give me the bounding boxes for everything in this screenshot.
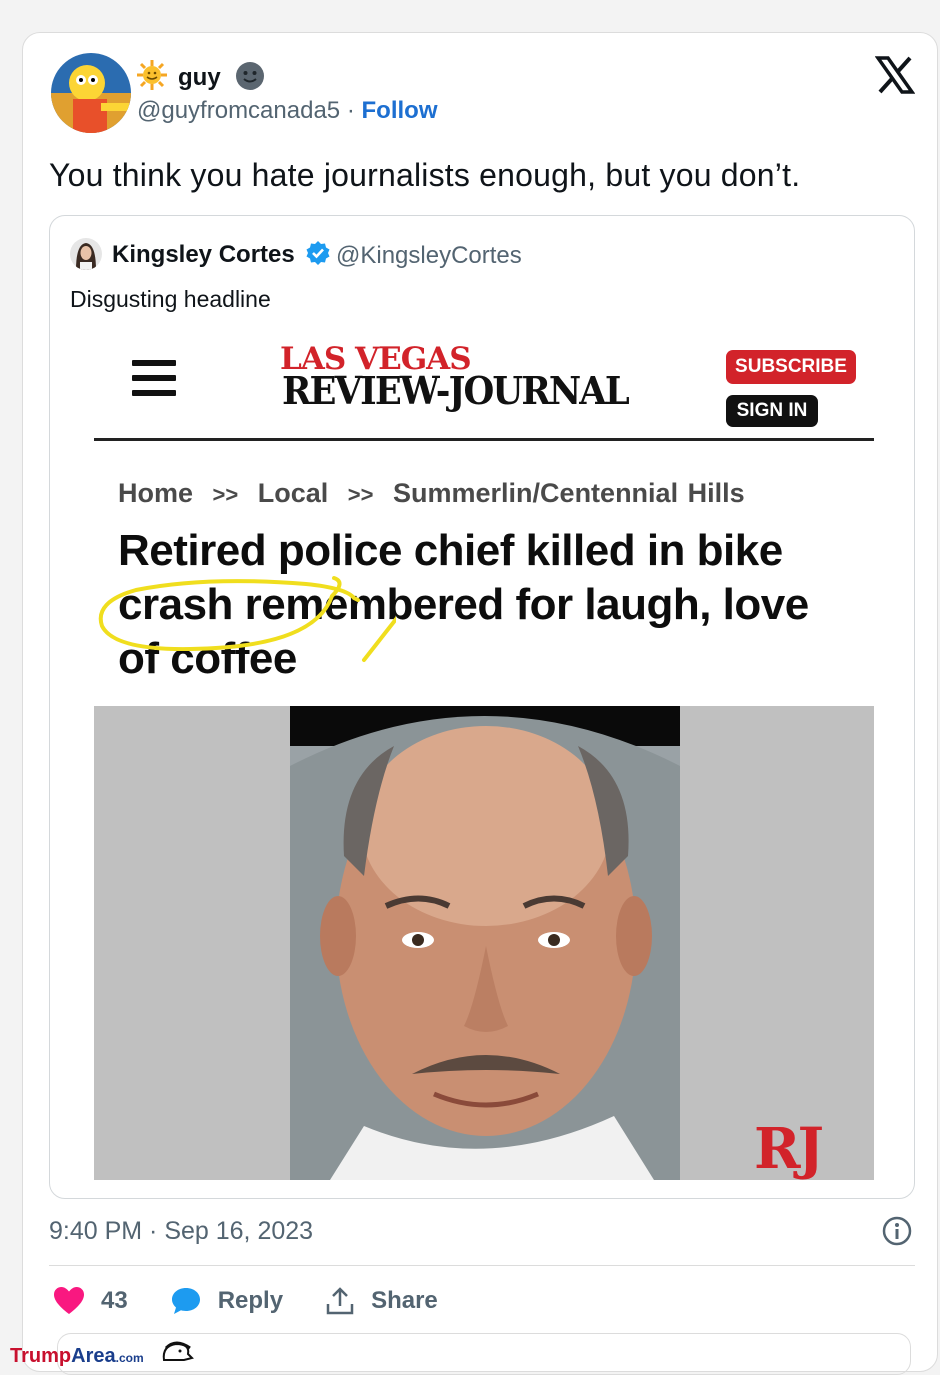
header-divider	[94, 438, 874, 441]
breadcrumb-section: Summerlin/Centennial Hills	[393, 478, 745, 508]
quoted-tweet[interactable]: Kingsley Cortes @KingsleyCortes Disgusti…	[49, 215, 915, 1199]
newspaper-logo-bottom: REVIEW-JOURNAL	[282, 368, 630, 413]
quoted-user-avatar[interactable]	[70, 238, 102, 270]
tweet-card: guy @guyfromcanada5 · Follow You think y…	[22, 32, 938, 1375]
watermark-trump: Trump	[10, 1345, 72, 1367]
reply-button[interactable]: Reply	[170, 1286, 283, 1316]
reply-bubble-icon	[171, 1288, 200, 1314]
display-name-row[interactable]: guy	[137, 60, 265, 98]
quoted-user-handle[interactable]: @KingsleyCortes	[336, 242, 522, 270]
actions-divider	[49, 1265, 915, 1266]
reply-label: Reply	[217, 1287, 284, 1314]
quoted-tweet-text: Disgusting headline	[70, 286, 271, 312]
subscribe-button: SUBSCRIBE	[726, 350, 856, 384]
heart-icon	[54, 1287, 84, 1314]
user-handle[interactable]: @guyfromcanada5	[137, 97, 340, 124]
breadcrumb-separator: >>	[212, 482, 239, 507]
tweet-actions: 43 Reply Share	[53, 1283, 480, 1319]
user-avatar[interactable]	[51, 53, 131, 133]
article-headline: Retired police chief killed in bike cras…	[118, 526, 809, 683]
like-button[interactable]: 43	[53, 1286, 128, 1316]
breadcrumb-local: Local	[257, 478, 329, 508]
verified-badge-icon	[305, 240, 331, 273]
info-icon[interactable]	[881, 1215, 913, 1247]
handle-separator: ·	[346, 97, 355, 124]
handle-row: @guyfromcanada5 · Follow	[137, 97, 437, 125]
article-photo: RJ	[94, 706, 874, 1180]
share-label: Share	[371, 1287, 438, 1314]
share-upload-icon	[326, 1287, 354, 1315]
sun-emoji-icon	[136, 59, 168, 98]
share-button[interactable]: Share	[325, 1286, 438, 1316]
x-logo-icon[interactable]	[874, 55, 916, 95]
rj-watermark: RJ	[754, 1116, 824, 1180]
quoted-display-name-row[interactable]: Kingsley Cortes	[112, 240, 331, 273]
tweet-timestamp[interactable]: 9:40 PM · Sep 16, 2023	[49, 1217, 313, 1246]
follow-button[interactable]: Follow	[362, 97, 438, 124]
sign-in-button: SIGN IN	[726, 395, 818, 427]
tweet-text: You think you hate journalists enough, b…	[49, 157, 801, 193]
breadcrumb-home: Home	[118, 478, 194, 508]
hamburger-menu-icon	[132, 360, 176, 400]
display-name[interactable]: guy	[178, 64, 221, 91]
watermark-area: Area	[71, 1345, 116, 1367]
watermark-com: .com	[115, 1351, 144, 1365]
smiley-emoji-icon	[235, 61, 265, 98]
quoted-display-name[interactable]: Kingsley Cortes	[112, 241, 295, 268]
breadcrumb: Home >> Local >> Summerlin/Centennial Hi…	[118, 478, 745, 509]
breadcrumb-separator: >>	[347, 482, 374, 507]
like-count: 43	[101, 1287, 128, 1314]
